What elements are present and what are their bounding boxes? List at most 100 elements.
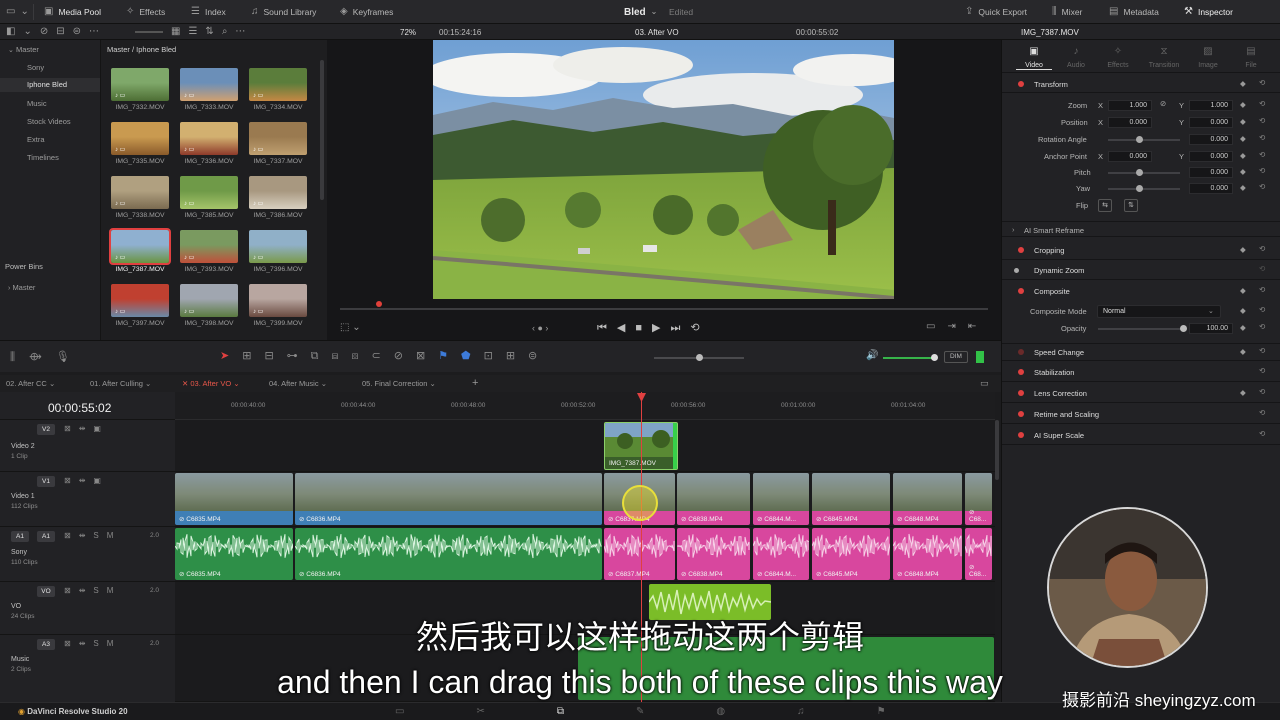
keyframe-icon[interactable]: ◆	[1240, 134, 1246, 143]
track-controls[interactable]: ⊠⇹▣	[64, 424, 109, 433]
inspector-button[interactable]: ⚒ Inspector	[1184, 0, 1233, 24]
fusion-page-icon[interactable]: ✎	[636, 706, 716, 717]
close-icon[interactable]: ⌄	[49, 379, 55, 388]
enable-dot[interactable]	[1018, 288, 1024, 294]
skip-back-icon[interactable]: ⏮	[597, 322, 617, 334]
chevron-down-icon[interactable]: ⌄	[233, 379, 239, 388]
timeline-scrollbar[interactable]	[995, 420, 999, 480]
media-pool-clip-thumbnail[interactable]: ♪ ▭	[109, 228, 171, 265]
insert-icon[interactable]: ⧉	[311, 350, 332, 362]
audio-clip[interactable]: ⊘ C6835.MP4	[175, 528, 293, 580]
tab-effects[interactable]: Effects	[1100, 62, 1136, 69]
lock-icon[interactable]: ⊠	[64, 531, 79, 540]
track-header-v1[interactable]: V1 ⊠⇹▣ Video 1 112 Clips	[0, 472, 175, 527]
skip-forward-icon[interactable]: ⏭	[671, 322, 691, 334]
link-icon[interactable]: ⊘	[1160, 99, 1166, 108]
viewer-scrubber[interactable]	[340, 308, 988, 310]
track-header-a1[interactable]: A1 A1 ⊠⇹SM 2.0 Sony 110 Clips	[0, 527, 175, 582]
crop-icon[interactable]: ⬚ ⌄	[340, 322, 361, 333]
pitch-slider-handle[interactable]	[1136, 169, 1143, 176]
zoom-x-field[interactable]: 1.000	[1108, 100, 1152, 111]
tab-audio[interactable]: Audio	[1058, 62, 1094, 69]
enable-dot[interactable]	[1018, 411, 1024, 417]
auto-select-icon[interactable]: ⇹	[79, 476, 94, 485]
lock-icon[interactable]: ⊠	[64, 476, 79, 485]
keyframe-icon[interactable]: ◆	[1240, 388, 1246, 397]
mute-button[interactable]: M	[107, 586, 122, 595]
enable-dot[interactable]	[1018, 390, 1024, 396]
viewer-frame[interactable]	[433, 40, 894, 299]
auto-select-icon[interactable]: ⇹	[79, 531, 94, 540]
tab-file[interactable]: File	[1233, 62, 1269, 69]
jog-icon[interactable]: ‹ ● ›	[532, 323, 548, 333]
trim-tool-icon[interactable]: ⊞	[242, 350, 264, 362]
audio-clip[interactable]: ⊘ C6838.MP4	[677, 528, 750, 580]
viewer-right-controls[interactable]: ▭⇥⇤	[926, 321, 988, 332]
reset-icon[interactable]: ⟲	[1259, 305, 1265, 314]
video-clip[interactable]: ⊘ C6838.MP4	[677, 473, 750, 525]
ripple-icon[interactable]: ⟴	[29, 351, 56, 363]
media-pool-clip-thumbnail[interactable]: ♪ ▭	[180, 68, 238, 101]
list-view-icon[interactable]: ☰	[188, 27, 197, 37]
play-reverse-icon[interactable]: ◀	[617, 322, 635, 334]
reset-icon[interactable]: ⟲	[1259, 99, 1265, 108]
keyframe-icon[interactable]: ◆	[1240, 117, 1246, 126]
dim-button[interactable]: DIM	[944, 351, 968, 363]
reset-icon[interactable]: ⟲	[1259, 429, 1265, 438]
quick-export-button[interactable]: ⇪ Quick Export	[965, 0, 1027, 24]
keyframe-icon[interactable]: ◆	[1240, 183, 1246, 192]
clip-trim-handle[interactable]	[673, 423, 677, 469]
stop-icon[interactable]: ■	[635, 322, 652, 334]
color-page-icon[interactable]: ◍	[716, 706, 797, 717]
timeline-zoom-handle[interactable]	[696, 354, 703, 361]
media-pool-clip-thumbnail[interactable]: ♪ ▭	[111, 68, 169, 101]
video-clip[interactable]: ⊘ C6836.MP4	[295, 473, 602, 525]
media-pool-clip-thumbnail[interactable]: ♪ ▭	[111, 122, 169, 155]
reset-icon[interactable]: ⟲	[1259, 408, 1265, 417]
loop-icon[interactable]: ⟲	[690, 322, 709, 334]
bin-root[interactable]: ⌄ Master	[8, 45, 39, 56]
media-pool-clip-thumbnail[interactable]: ♪ ▭	[111, 284, 169, 317]
transport-controls[interactable]: ⏮◀■▶⏭⟲	[597, 321, 710, 335]
video-clip[interactable]: ⊘ C6848.MP4	[893, 473, 962, 525]
bin-icon[interactable]: ⊟	[56, 27, 64, 37]
keyframe-icon[interactable]: ◆	[1240, 167, 1246, 176]
more-icon[interactable]: ⋯	[235, 27, 245, 37]
metadata-button[interactable]: ▤ Metadata	[1109, 0, 1159, 24]
track-controls[interactable]: ⊠⇹SM	[64, 531, 121, 540]
audio-clip[interactable]: ⊘ C6845.MP4	[812, 528, 890, 580]
tab-timeline[interactable]: 02. After CC ⌄	[6, 375, 55, 392]
marker-icon[interactable]: ⬟	[461, 350, 484, 362]
auto-select-icon[interactable]: ⇹	[79, 424, 94, 433]
enable-dot[interactable]	[1018, 369, 1024, 375]
play-icon[interactable]: ▶	[652, 322, 670, 334]
pool-layout-icons[interactable]: ▦ ☰ ⇅ ⌕ ⋯	[135, 24, 245, 40]
overwrite-icon[interactable]: ⧈	[332, 350, 352, 362]
yaw-field[interactable]: 0.000	[1189, 183, 1233, 194]
cut-page-icon[interactable]: ✂	[476, 706, 556, 717]
lock-icon[interactable]: ⊠	[64, 424, 79, 433]
close-icon[interactable]: ✕	[182, 379, 188, 388]
power-bin-master[interactable]: › Master	[8, 283, 35, 294]
position-x-field[interactable]: 0.000	[1108, 117, 1152, 128]
zoom-fit-icon[interactable]: ⊡	[484, 350, 506, 362]
media-pool-clip-thumbnail[interactable]: ♪ ▭	[249, 230, 307, 263]
solo-button[interactable]: S	[93, 531, 106, 540]
transform-section[interactable]: Transform ◆ ⟲	[1002, 77, 1280, 93]
bin-item-selected[interactable]: Iphone Bled	[0, 78, 100, 92]
reset-icon[interactable]: ⟲	[1259, 387, 1265, 396]
media-pool-clip-thumbnail[interactable]: ♪ ▭	[249, 176, 307, 209]
timeline-options-icon[interactable]: ▭	[980, 375, 989, 392]
match-frame-icon[interactable]: ▭	[926, 321, 947, 332]
cropping-section[interactable]: Cropping ◆ ⟲	[1002, 242, 1280, 260]
reset-icon[interactable]: ⟲	[1259, 264, 1265, 273]
video-enable-icon[interactable]: ▣	[93, 476, 109, 485]
solo-button[interactable]: S	[93, 586, 106, 595]
viewer-playhead[interactable]	[376, 301, 382, 307]
sound-library-button[interactable]: ♫ Sound Library	[251, 0, 316, 24]
tab-transition[interactable]: Transition	[1142, 62, 1186, 69]
dynamic-zoom-section[interactable]: Dynamic Zoom ⟲	[1002, 262, 1280, 280]
mark-in-icon[interactable]: ⇤	[968, 321, 988, 332]
media-pool-clip-thumbnail[interactable]: ♪ ▭	[180, 122, 238, 155]
video-clip[interactable]: ⊘ C6835.MP4	[175, 473, 293, 525]
